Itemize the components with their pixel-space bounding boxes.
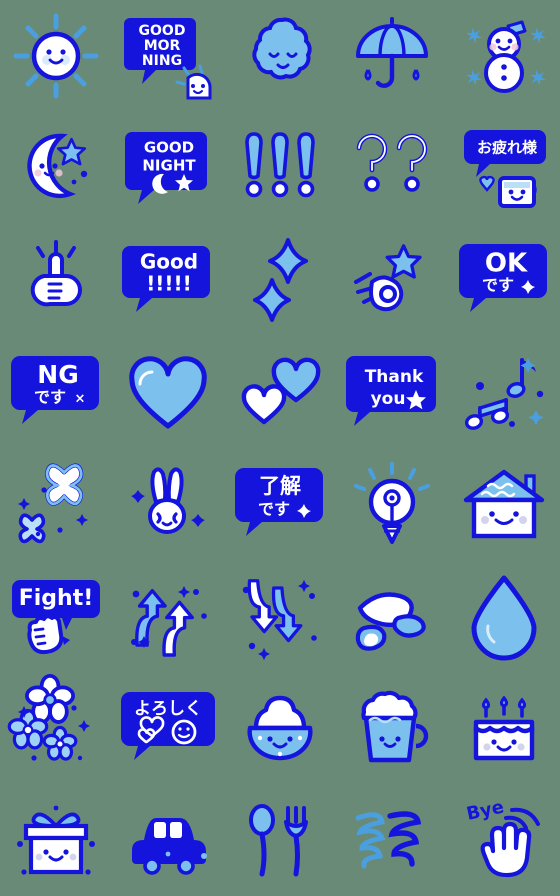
svg-text:GOOD: GOOD xyxy=(139,23,186,39)
emoji-cell-snowman[interactable]: Snowman with snowflakes xyxy=(448,0,560,112)
svg-text:Good: Good xyxy=(140,250,198,274)
emoji-cell-ng-desu[interactable]: NG です × NG です × xyxy=(0,336,112,448)
emoji-cell-beer-mug[interactable]: Smiling beer mug with foam xyxy=(336,672,448,784)
emoji-cell-ok-hand-star[interactable]: OK hand sign with star xyxy=(336,224,448,336)
svg-text:お疲れ様: お疲れ様 xyxy=(477,139,538,157)
svg-text:NING: NING xyxy=(142,53,182,69)
emoji-cell-ribbons[interactable]: Two sparkling ribbon bows xyxy=(0,448,112,560)
emoji-grid: Smiling sun with rays GOOD MOR NING GOOD… xyxy=(0,0,560,896)
emoji-cell-splash-drops[interactable]: Water splash droplets xyxy=(336,560,448,672)
emoji-cell-exclamations[interactable]: !!! xyxy=(224,112,336,224)
emoji-cell-sun[interactable]: Smiling sun with rays xyxy=(0,0,112,112)
emoji-cell-yoroshiku[interactable]: よろしく よろしく xyxy=(112,672,224,784)
emoji-cell-bye-wave[interactable]: Bye xyxy=(448,784,560,896)
emoji-cell-pointing-up[interactable]: Hand pointing up idea xyxy=(0,224,112,336)
emoji-cell-spirals[interactable]: Two coiled spirals xyxy=(336,784,448,896)
emoji-cell-otsukaresama[interactable]: お疲れ様 お疲れ様 xyxy=(448,112,560,224)
emoji-cell-flowers[interactable]: Three sparkling flowers xyxy=(0,672,112,784)
emoji-cell-water-drop[interactable]: Single large water drop xyxy=(448,560,560,672)
emoji-cell-fight-fist[interactable]: Fight! Fight! xyxy=(0,560,112,672)
emoji-cell-car[interactable]: Blue car xyxy=(112,784,224,896)
emoji-cell-sparkle-diamonds[interactable]: Two sparkle diamonds xyxy=(224,224,336,336)
emoji-cell-thank-you[interactable]: Thank you Thank you★ xyxy=(336,336,448,448)
svg-text:you: you xyxy=(371,389,406,409)
svg-text:NIGHT: NIGHT xyxy=(142,157,196,175)
bye-text: Bye xyxy=(465,797,506,825)
emoji-cell-music-notes[interactable]: Musical notes with sparkles xyxy=(448,336,560,448)
svg-text:Fight!: Fight! xyxy=(19,586,94,611)
svg-text:×: × xyxy=(75,392,86,407)
svg-text:Thank: Thank xyxy=(365,367,424,387)
emoji-cell-two-hearts[interactable]: Two small hearts xyxy=(224,336,336,448)
emoji-cell-ok-desu[interactable]: OK です OK です xyxy=(448,224,560,336)
svg-text:了解: 了解 xyxy=(259,474,301,498)
emoji-cell-ryoukai-desu[interactable]: 了解 です 了解 です xyxy=(224,448,336,560)
emoji-cell-arrows-up[interactable]: Two upward arrows xyxy=(112,560,224,672)
emoji-cell-good-morning[interactable]: GOOD MOR NING GOOD MOR NING xyxy=(112,0,224,112)
emoji-cell-questions[interactable]: ?? xyxy=(336,112,448,224)
svg-text:!!!!!: !!!!! xyxy=(146,272,192,296)
emoji-cell-cloud[interactable]: Sleeping fluffy cloud xyxy=(224,0,336,112)
svg-text:です: です xyxy=(482,276,514,295)
emoji-cell-light-bulb[interactable]: Glowing light bulb idea xyxy=(336,448,448,560)
emoji-cell-umbrella[interactable]: Umbrella with rain drops xyxy=(336,0,448,112)
svg-text:GOOD: GOOD xyxy=(144,139,194,157)
svg-text:です: です xyxy=(34,388,66,407)
emoji-cell-good-night[interactable]: GOOD NIGHT GOOD NIGHT xyxy=(112,112,224,224)
emoji-cell-good-bubble[interactable]: Good !!!!! Good !!!!! xyxy=(112,224,224,336)
emoji-cell-arrows-down[interactable]: Two downward arrows xyxy=(224,560,336,672)
emoji-cell-gift-box[interactable]: Smiling gift box with bow xyxy=(0,784,112,896)
svg-text:OK: OK xyxy=(485,249,528,279)
emoji-cell-crescent-moon[interactable]: Crescent moon with stars xyxy=(0,112,112,224)
emoji-cell-house[interactable]: Smiling house xyxy=(448,448,560,560)
emoji-cell-heart[interactable]: Single blue heart xyxy=(112,336,224,448)
emoji-cell-spoon-fork[interactable]: Spoon and fork cutlery xyxy=(224,784,336,896)
svg-text:NG: NG xyxy=(37,360,78,389)
emoji-cell-shaved-ice[interactable]: Smiling shaved ice bowl xyxy=(224,672,336,784)
svg-text:です: です xyxy=(258,500,290,519)
svg-text:よろしく: よろしく xyxy=(134,699,202,719)
emoji-cell-birthday-cake[interactable]: Smiling cake with candles xyxy=(448,672,560,784)
emoji-cell-rabbit[interactable]: Rabbit face with sparkles xyxy=(112,448,224,560)
svg-text:MOR: MOR xyxy=(144,38,181,54)
